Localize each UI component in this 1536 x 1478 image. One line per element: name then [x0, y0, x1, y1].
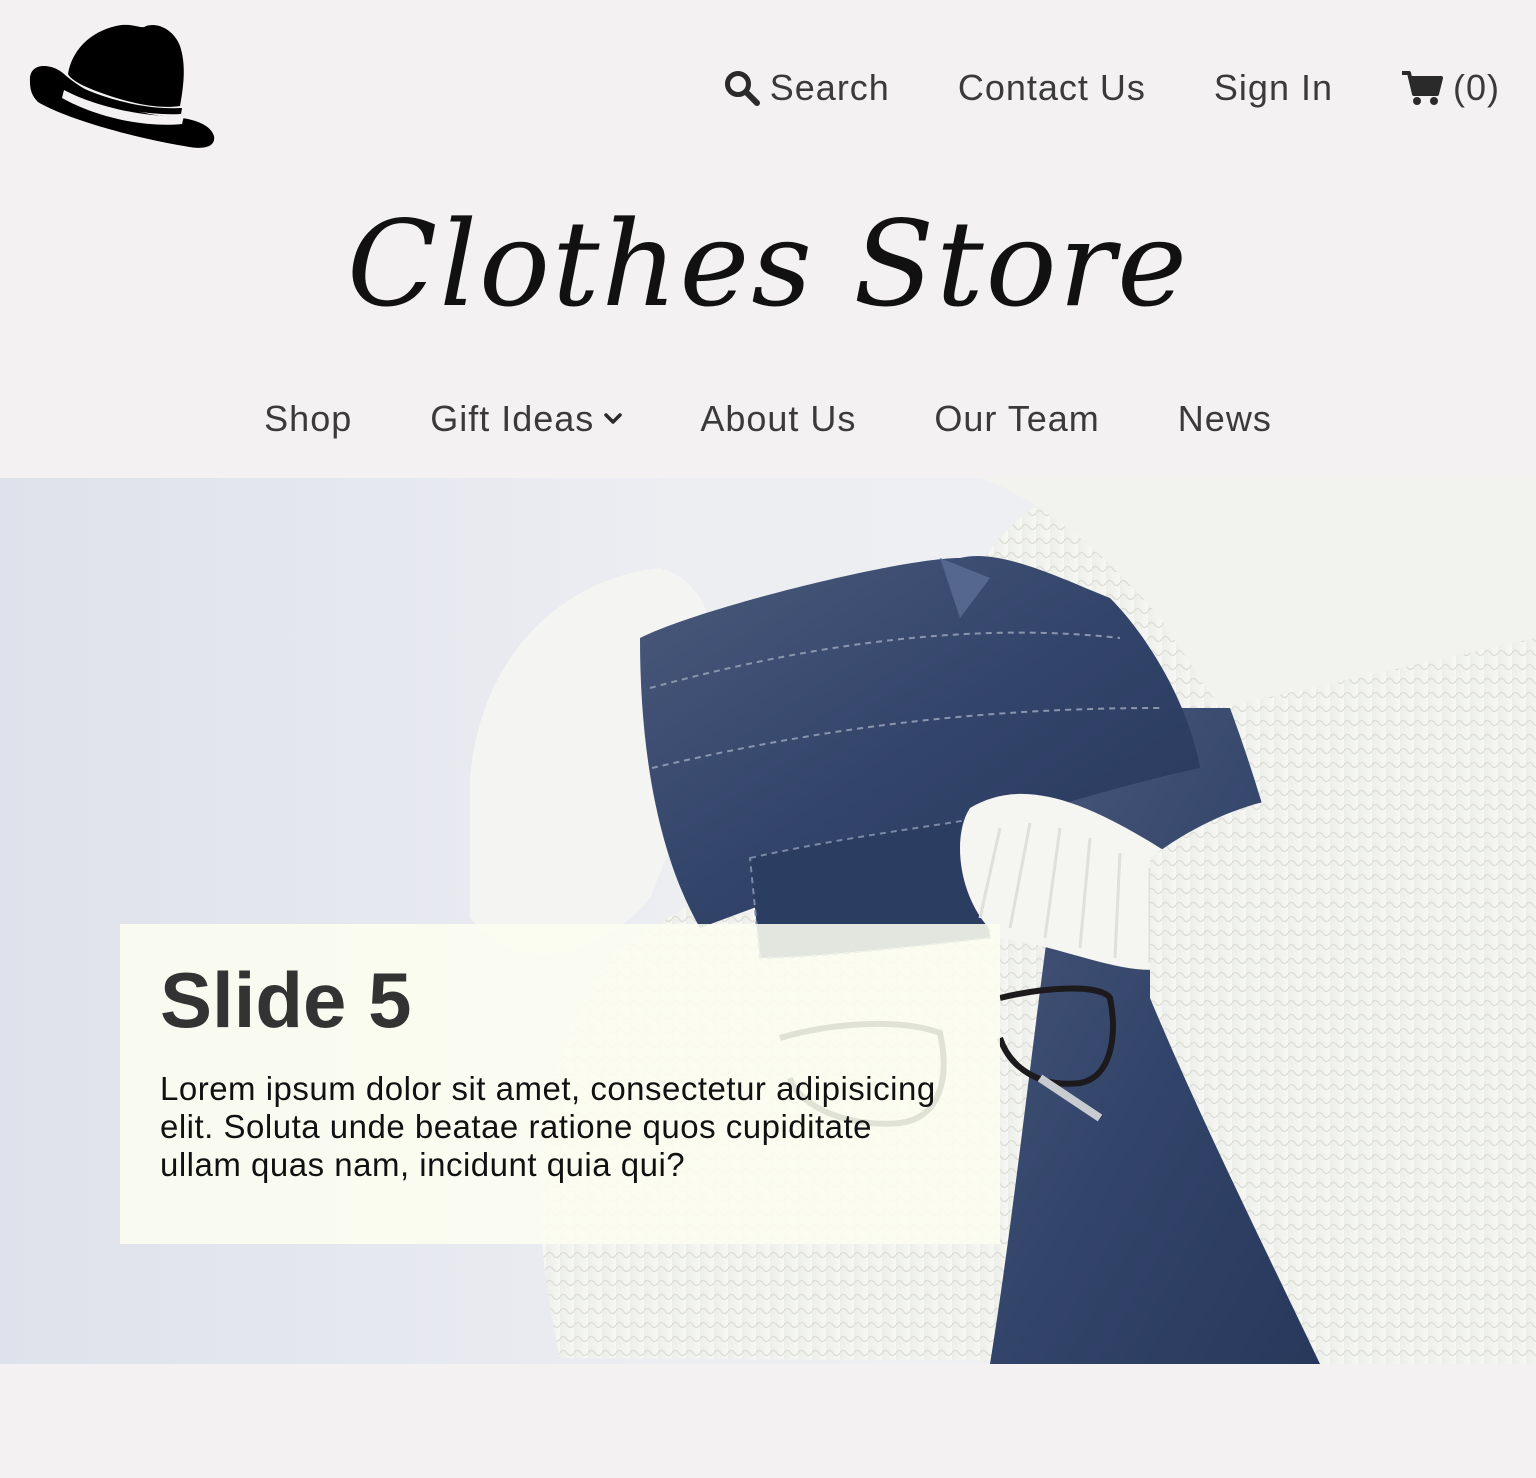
nav-item-gift-ideas[interactable]: Gift Ideas	[430, 398, 623, 440]
nav-item-label: News	[1177, 398, 1272, 439]
store-title: Clothes Store	[347, 195, 1189, 333]
nav-item-label: Our Team	[934, 398, 1100, 439]
top-links: Search Contact Us Sign In (0)	[724, 60, 1500, 116]
hero-slider[interactable]: Slide 5 Lorem ipsum dolor sit amet, cons…	[0, 478, 1536, 1364]
nav-item-label: Shop	[264, 398, 353, 439]
contact-us-label: Contact Us	[957, 67, 1146, 108]
contact-us-link[interactable]: Contact Us	[958, 67, 1146, 109]
search-link[interactable]: Search	[724, 67, 890, 109]
slide-caption: Slide 5 Lorem ipsum dolor sit amet, cons…	[120, 924, 1000, 1244]
sign-in-link[interactable]: Sign In	[1214, 67, 1333, 109]
chevron-down-icon	[604, 413, 623, 424]
top-bar: Search Contact Us Sign In (0)	[0, 0, 1536, 176]
cart-count: (0)	[1453, 67, 1500, 108]
search-label: Search	[769, 67, 890, 108]
nav-item-label: Gift Ideas	[430, 398, 595, 439]
nav-item-news[interactable]: News	[1178, 398, 1272, 440]
slide-title: Slide 5	[160, 956, 412, 1044]
search-icon	[724, 71, 760, 106]
nav-item-our-team[interactable]: Our Team	[934, 398, 1099, 440]
nav-item-shop[interactable]: Shop	[264, 398, 352, 440]
hat-icon[interactable]	[24, 20, 218, 152]
cart-link[interactable]: (0)	[1401, 67, 1500, 109]
nav-item-label: About Us	[700, 398, 857, 439]
main-nav: Shop Gift Ideas About Us Our Team News	[0, 398, 1536, 440]
nav-item-about-us[interactable]: About Us	[700, 398, 856, 440]
cart-icon	[1402, 71, 1443, 105]
slide-text: Lorem ipsum dolor sit amet, consectetur …	[160, 1069, 936, 1183]
sign-in-label: Sign In	[1213, 67, 1333, 108]
